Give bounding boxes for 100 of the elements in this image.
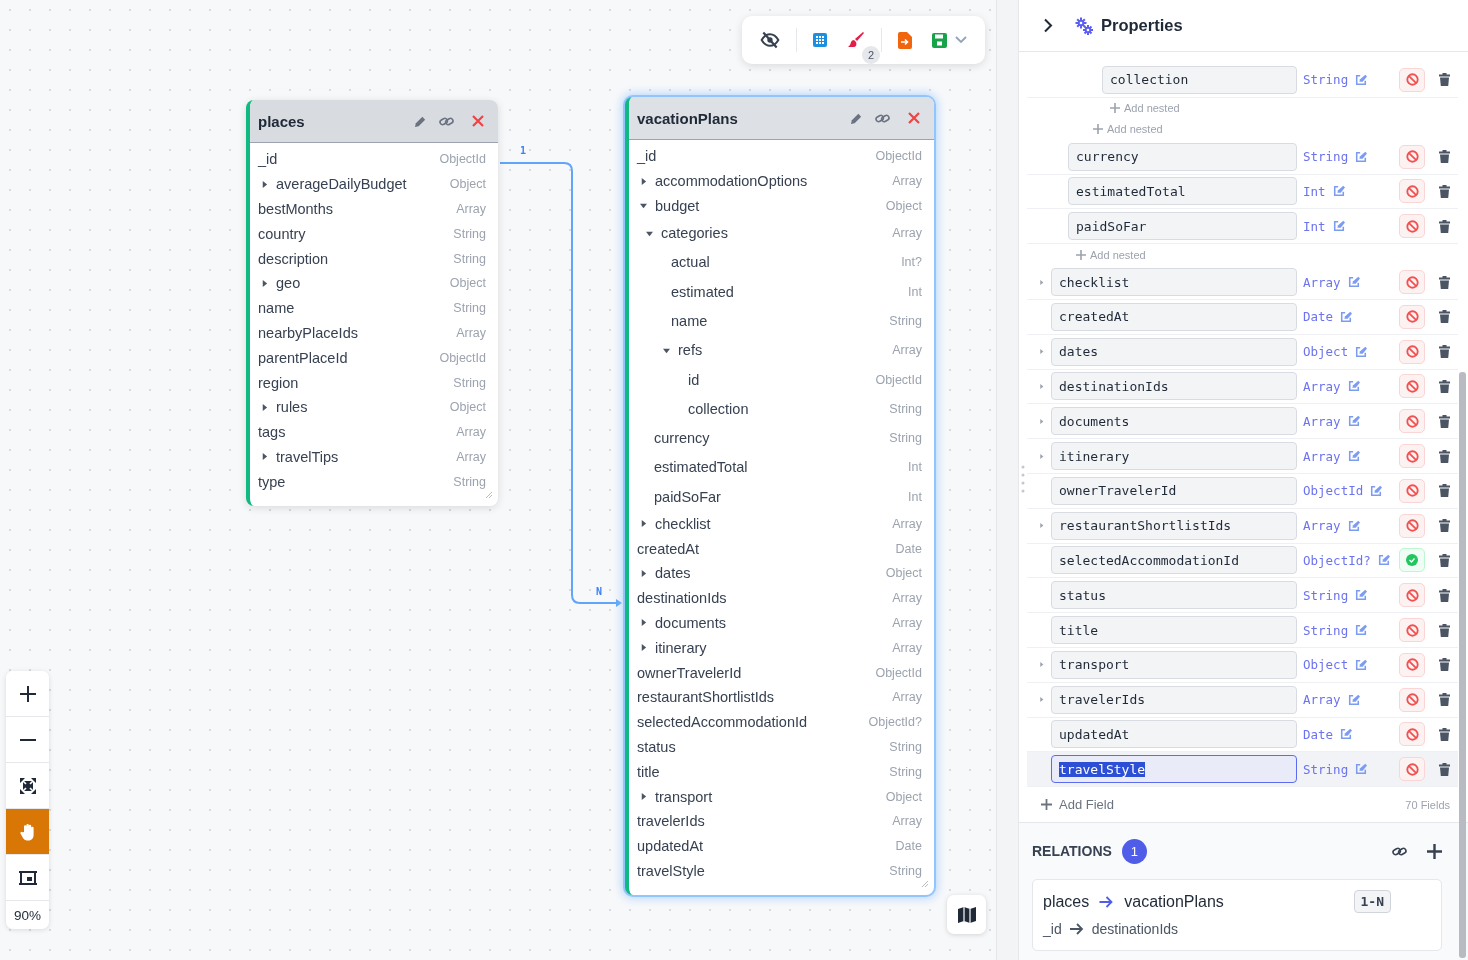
zoom-in-button[interactable] bbox=[6, 671, 49, 717]
delete-button[interactable] bbox=[1439, 553, 1450, 567]
edit-type-button[interactable] bbox=[1355, 763, 1368, 776]
edit-button[interactable] bbox=[850, 111, 863, 125]
field-name-input[interactable]: estimatedTotal bbox=[1068, 177, 1297, 206]
field-name-input[interactable]: destinationIds bbox=[1051, 372, 1297, 401]
add-field-button[interactable]: Add Field bbox=[1041, 797, 1114, 813]
field-row[interactable]: collection String bbox=[1027, 63, 1458, 98]
field-name-input[interactable]: dates bbox=[1051, 337, 1297, 366]
field-row[interactable]: destinationIds Array bbox=[1027, 369, 1458, 405]
delete-button[interactable] bbox=[1439, 484, 1450, 498]
edit-type-button[interactable] bbox=[1347, 380, 1360, 393]
delete-button[interactable] bbox=[1439, 623, 1450, 637]
field-name-input[interactable]: currency bbox=[1068, 142, 1297, 171]
required-toggle[interactable] bbox=[1399, 687, 1425, 712]
required-toggle[interactable] bbox=[1399, 652, 1425, 677]
field-row[interactable]: selectedAccommodationId ObjectId? bbox=[1027, 543, 1458, 579]
delete-button[interactable] bbox=[1439, 275, 1450, 289]
delete-button[interactable] bbox=[1439, 345, 1450, 359]
delete-button[interactable] bbox=[1439, 449, 1450, 463]
field-name-input[interactable]: restaurantShortlistIds bbox=[1051, 511, 1297, 540]
field-name-input[interactable]: ownerTravelerId bbox=[1051, 476, 1297, 505]
edit-type-button[interactable] bbox=[1355, 150, 1368, 163]
field-row[interactable]: ownerTravelerId ObjectId bbox=[1027, 473, 1458, 509]
delete-button[interactable] bbox=[1439, 519, 1450, 533]
edit-type-button[interactable] bbox=[1347, 693, 1360, 706]
required-toggle[interactable] bbox=[1399, 757, 1425, 782]
delete-button[interactable] bbox=[1439, 727, 1450, 741]
field-name-input[interactable]: transport bbox=[1051, 650, 1297, 679]
delete-button[interactable] bbox=[1439, 762, 1450, 776]
delete-button[interactable] bbox=[1439, 73, 1450, 87]
required-toggle[interactable] bbox=[1399, 339, 1425, 364]
edit-type-button[interactable] bbox=[1355, 345, 1368, 358]
edit-button[interactable] bbox=[414, 114, 427, 128]
field-row[interactable]: transport Object bbox=[1027, 647, 1458, 683]
edit-type-button[interactable] bbox=[1347, 450, 1360, 463]
delete-button[interactable] bbox=[1439, 219, 1450, 233]
delete-button[interactable] bbox=[1439, 379, 1450, 393]
field-row[interactable]: updatedAt Date bbox=[1027, 717, 1458, 753]
field-row[interactable]: paidSoFar Int bbox=[1027, 209, 1458, 245]
scrollbar-thumb[interactable] bbox=[1459, 372, 1466, 958]
field-name-input[interactable]: paidSoFar bbox=[1068, 212, 1297, 241]
field-row[interactable]: title String bbox=[1027, 613, 1458, 648]
field-name-input[interactable]: selectedAccommodationId bbox=[1051, 546, 1297, 575]
collapse-button[interactable] bbox=[1043, 18, 1053, 33]
required-toggle[interactable] bbox=[1399, 444, 1425, 469]
field-name-input[interactable]: createdAt bbox=[1051, 302, 1297, 331]
edit-type-button[interactable] bbox=[1347, 519, 1360, 532]
required-toggle[interactable] bbox=[1399, 513, 1425, 538]
delete-button[interactable] bbox=[1439, 185, 1450, 198]
field-row[interactable]: documents Array bbox=[1027, 404, 1458, 440]
edit-type-button[interactable] bbox=[1347, 415, 1360, 428]
required-toggle[interactable] bbox=[1399, 179, 1425, 204]
field-row[interactable]: checklist Array bbox=[1027, 265, 1458, 300]
required-toggle[interactable] bbox=[1399, 214, 1425, 239]
delete-button[interactable] bbox=[1439, 658, 1450, 672]
required-toggle[interactable] bbox=[1399, 374, 1425, 399]
field-row[interactable]: createdAt Date bbox=[1027, 300, 1458, 335]
edit-type-button[interactable] bbox=[1355, 73, 1368, 86]
required-toggle[interactable] bbox=[1399, 478, 1425, 503]
delete-button[interactable] bbox=[1439, 588, 1450, 602]
delete-button[interactable] bbox=[1439, 310, 1450, 324]
edit-type-button[interactable] bbox=[1332, 220, 1345, 233]
relation-card[interactable]: places vacationPlans _id destinationIds 1-N bbox=[1032, 879, 1442, 952]
edit-type-button[interactable] bbox=[1355, 624, 1368, 637]
field-row[interactable]: travelStyle String bbox=[1027, 752, 1458, 788]
required-toggle[interactable] bbox=[1399, 304, 1425, 329]
field-name-input[interactable]: updatedAt bbox=[1051, 720, 1297, 749]
required-toggle[interactable] bbox=[1399, 722, 1425, 747]
field-name-input[interactable]: checklist bbox=[1051, 268, 1297, 297]
edit-type-button[interactable] bbox=[1355, 658, 1368, 671]
field-name-input[interactable]: collection bbox=[1102, 65, 1297, 94]
required-toggle[interactable] bbox=[1399, 583, 1425, 608]
delete-button[interactable] bbox=[1439, 150, 1450, 164]
required-toggle[interactable] bbox=[1399, 270, 1425, 295]
field-row[interactable]: travelerIds Array bbox=[1027, 682, 1458, 718]
optional-toggle[interactable] bbox=[1399, 548, 1425, 573]
field-row[interactable]: dates Object bbox=[1027, 334, 1458, 370]
edit-type-button[interactable] bbox=[1355, 589, 1368, 602]
entity-card[interactable] bbox=[246, 100, 498, 507]
field-row[interactable]: currency String bbox=[1027, 139, 1458, 175]
delete-button[interactable] bbox=[1439, 414, 1450, 428]
edit-type-button[interactable] bbox=[1340, 728, 1353, 741]
field-name-input[interactable]: status bbox=[1051, 581, 1297, 610]
entity-card[interactable] bbox=[625, 97, 934, 896]
edit-type-button[interactable] bbox=[1332, 185, 1345, 198]
field-name-input[interactable]: travelerIds bbox=[1051, 685, 1297, 714]
field-name-input[interactable]: itinerary bbox=[1051, 442, 1297, 471]
delete-button[interactable] bbox=[1439, 693, 1450, 707]
field-name-input[interactable]: documents bbox=[1051, 407, 1297, 436]
edit-type-button[interactable] bbox=[1377, 554, 1390, 567]
field-name-input[interactable]: title bbox=[1051, 616, 1297, 645]
required-toggle[interactable] bbox=[1399, 67, 1425, 92]
field-row[interactable]: restaurantShortlistIds Array bbox=[1027, 508, 1458, 544]
edit-type-button[interactable] bbox=[1370, 484, 1383, 497]
required-toggle[interactable] bbox=[1399, 618, 1425, 643]
field-row[interactable]: estimatedTotal Int bbox=[1027, 174, 1458, 210]
fit-view-button[interactable] bbox=[6, 763, 49, 809]
field-row[interactable]: status String bbox=[1027, 578, 1458, 614]
add-relation-button[interactable] bbox=[1427, 843, 1442, 859]
